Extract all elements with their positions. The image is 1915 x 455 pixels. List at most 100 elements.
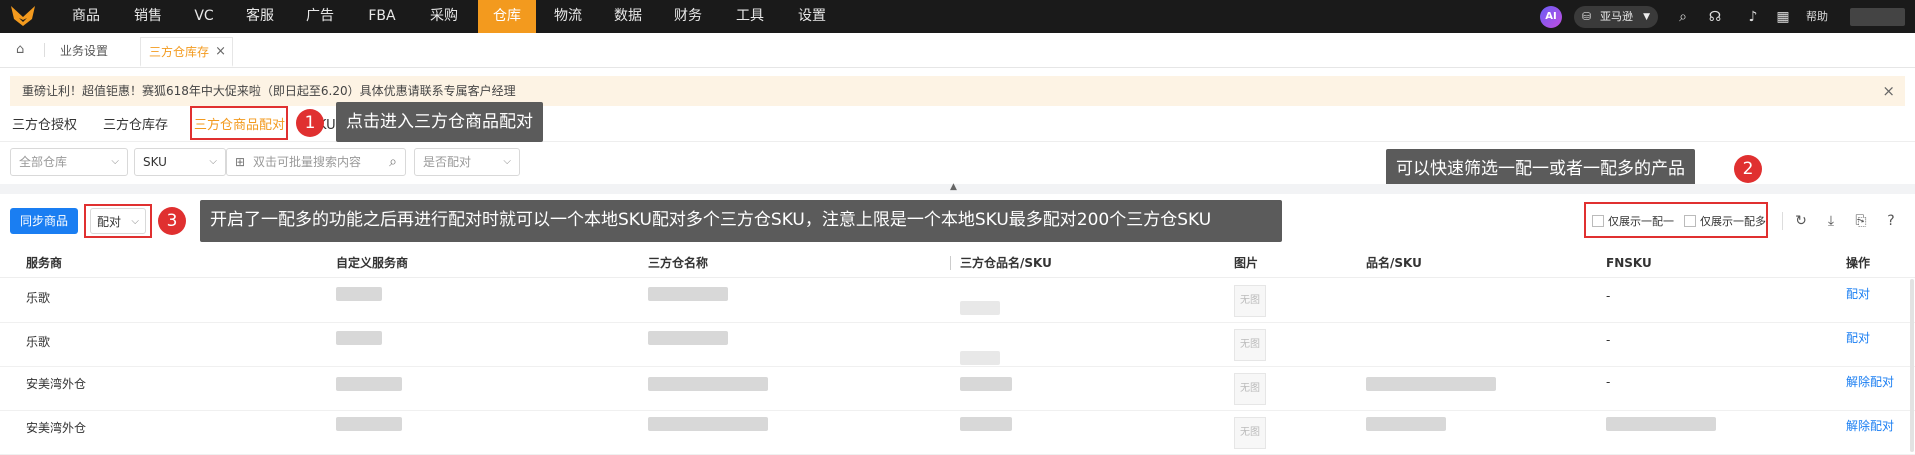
- tab-third-party-inventory[interactable]: 三方仓库存 ×: [140, 37, 233, 67]
- chevron-down-icon: ⌵: [503, 156, 511, 167]
- highlight-box-3: [84, 204, 152, 238]
- callout-number-2: 2: [1734, 155, 1762, 183]
- close-icon[interactable]: ×: [1882, 76, 1895, 106]
- user-avatar[interactable]: [1850, 8, 1905, 26]
- nav-item-finance[interactable]: 财务: [660, 0, 716, 33]
- table-header: 服务商 自定义服务商 三方仓名称 三方仓品名/SKU 图片 品名/SKU FNS…: [0, 248, 1915, 278]
- batch-search-icon[interactable]: ⊞: [235, 149, 245, 175]
- column-header-custom-provider: 自定义服务商: [336, 256, 409, 270]
- tab-business-settings[interactable]: 业务设置: [52, 39, 116, 64]
- column-resizer[interactable]: [950, 256, 951, 270]
- match-status-select[interactable]: 是否配对 ⌵: [414, 148, 520, 176]
- subtab-inventory[interactable]: 三方仓库存: [103, 114, 168, 138]
- redacted-text: [336, 417, 402, 431]
- help-icon[interactable]: ?: [1882, 212, 1900, 230]
- ai-assistant-button[interactable]: AI: [1540, 6, 1562, 28]
- collapse-arrow-icon[interactable]: ▲: [950, 182, 957, 192]
- redacted-text: [648, 377, 768, 391]
- nav-item-vc[interactable]: VC: [180, 0, 228, 33]
- bell-icon[interactable]: ♪: [1744, 8, 1762, 26]
- table-row: 乐歌 无图 - 配对: [0, 279, 1915, 323]
- checkbox-one-to-one[interactable]: [1592, 215, 1604, 227]
- table-scrollbar[interactable]: [1910, 279, 1914, 452]
- table-row: 安美湾外仓 无图 - 解除配对: [0, 367, 1915, 411]
- search-input-placeholder: 双击可批量搜索内容: [253, 155, 362, 169]
- store-icon: ⛁: [1582, 10, 1592, 23]
- fox-logo-icon[interactable]: [10, 5, 36, 27]
- redacted-text: [1366, 417, 1446, 431]
- sync-products-button[interactable]: 同步商品: [10, 208, 78, 234]
- column-header-warehouse-name: 三方仓名称: [648, 256, 709, 270]
- no-image-placeholder: 无图: [1234, 373, 1266, 405]
- search-icon[interactable]: ⌕: [389, 149, 397, 175]
- nav-item-customer-service[interactable]: 客服: [232, 0, 288, 33]
- redacted-text: [336, 287, 382, 301]
- column-header-provider: 服务商: [26, 256, 63, 270]
- match-link[interactable]: 配对: [1846, 329, 1870, 346]
- redacted-text: [336, 377, 402, 391]
- help-link[interactable]: 帮助: [1806, 0, 1828, 33]
- unmatch-link[interactable]: 解除配对: [1846, 417, 1894, 434]
- refresh-icon[interactable]: ↻: [1792, 212, 1810, 230]
- nav-item-purchasing[interactable]: 采购: [416, 0, 472, 33]
- download-icon[interactable]: ⤓: [1822, 212, 1840, 230]
- redacted-text: [1366, 377, 1496, 391]
- promo-banner-text: 重磅让利！超值钜惠！赛狐618年中大促来啦（即日起至6.20）具体优惠请联系专属…: [22, 84, 516, 98]
- match-link[interactable]: 配对: [1846, 285, 1870, 302]
- fnsku-cell: -: [1606, 375, 1611, 389]
- unmatch-link[interactable]: 解除配对: [1846, 373, 1894, 390]
- search-input[interactable]: ⊞ 双击可批量搜索内容 ⌕: [226, 148, 406, 176]
- column-header-image: 图片: [1234, 256, 1259, 270]
- redacted-text: [336, 331, 382, 345]
- nav-item-data[interactable]: 数据: [600, 0, 656, 33]
- redacted-text: [960, 377, 1012, 391]
- redacted-text: [960, 301, 1000, 315]
- home-icon[interactable]: ⌂: [16, 42, 32, 58]
- redacted-text: [648, 287, 728, 301]
- table-row: 安美湾外仓 无图 解除配对: [0, 411, 1915, 455]
- callout-1: 点击进入三方仓商品配对: [336, 102, 543, 142]
- promo-banner: 重磅让利！超值钜惠！赛狐618年中大促来啦（即日起至6.20）具体优惠请联系专属…: [10, 76, 1905, 106]
- section-divider: [0, 184, 1915, 194]
- nav-item-fba[interactable]: FBA: [352, 0, 412, 33]
- chevron-down-icon: ▼: [1643, 12, 1650, 22]
- nav-item-sales[interactable]: 销售: [120, 0, 176, 33]
- column-header-warehouse-sku: 三方仓品名/SKU: [960, 256, 1052, 270]
- nav-item-logistics[interactable]: 物流: [540, 0, 596, 33]
- close-icon[interactable]: ×: [215, 38, 226, 66]
- warehouse-select[interactable]: 全部仓库 ⌵: [10, 148, 128, 176]
- column-header-fnsku: FNSKU: [1606, 256, 1652, 270]
- search-field-select-value: SKU: [143, 155, 167, 169]
- chevron-down-icon: ⌵: [209, 156, 217, 167]
- no-image-placeholder: 无图: [1234, 417, 1266, 449]
- nav-item-settings[interactable]: 设置: [784, 0, 840, 33]
- apps-grid-icon[interactable]: ▦: [1774, 8, 1792, 26]
- nav-item-warehouse[interactable]: 仓库: [478, 0, 536, 33]
- fnsku-cell: -: [1606, 333, 1611, 347]
- checkbox-one-to-many[interactable]: [1684, 215, 1696, 227]
- headset-icon[interactable]: ☊: [1706, 8, 1724, 26]
- no-image-placeholder: 无图: [1234, 329, 1266, 361]
- search-icon[interactable]: ⌕: [1674, 8, 1692, 26]
- redacted-text: [960, 351, 1000, 365]
- subtab-authorization[interactable]: 三方仓授权: [12, 114, 77, 138]
- page-tab-bar: ⌂ 业务设置 三方仓库存 ×: [0, 33, 1915, 68]
- store-selector[interactable]: ⛁ 亚马逊 ▼: [1574, 6, 1658, 28]
- checkbox-one-to-one-label: 仅展示一配一: [1608, 215, 1674, 228]
- top-navigation-bar: 商品 销售 VC 客服 广告 FBA 采购 仓库 物流 数据 财务 工具 设置 …: [0, 0, 1915, 33]
- redacted-text: [1606, 417, 1716, 431]
- column-header-actions: 操作: [1846, 256, 1871, 270]
- nav-item-products[interactable]: 商品: [58, 0, 114, 33]
- redacted-text: [648, 331, 728, 345]
- table-row: 乐歌 无图 - 配对: [0, 323, 1915, 367]
- search-field-select[interactable]: SKU ⌵: [134, 148, 226, 176]
- provider-cell: 乐歌: [26, 335, 51, 349]
- no-image-placeholder: 无图: [1234, 285, 1266, 317]
- provider-cell: 乐歌: [26, 291, 51, 305]
- chevron-down-icon: ⌵: [111, 156, 119, 167]
- export-icon[interactable]: ⎘: [1852, 212, 1870, 230]
- toolbar-divider: [1782, 212, 1783, 230]
- provider-cell: 安美湾外仓: [26, 421, 87, 435]
- nav-item-ads[interactable]: 广告: [292, 0, 348, 33]
- nav-item-tools[interactable]: 工具: [722, 0, 778, 33]
